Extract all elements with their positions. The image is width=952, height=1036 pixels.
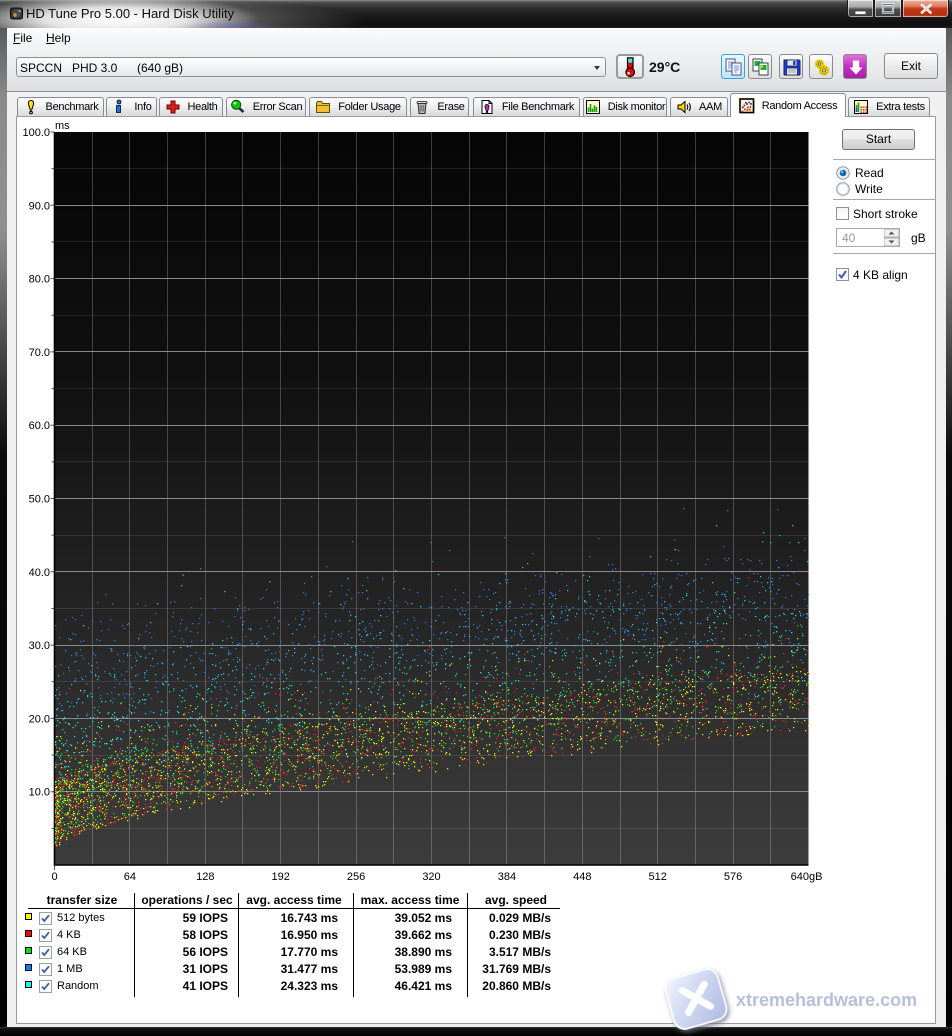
svg-text:320: 320 (422, 871, 440, 883)
svg-text:0: 0 (51, 871, 57, 883)
svg-text:10.0: 10.0 (29, 787, 50, 799)
svg-text:192: 192 (272, 871, 290, 883)
svg-text:40.0: 40.0 (29, 567, 50, 579)
svg-text:448: 448 (573, 871, 591, 883)
svg-text:ms: ms (55, 120, 70, 132)
svg-text:256: 256 (347, 871, 365, 883)
svg-text:100.0: 100.0 (22, 127, 50, 139)
svg-text:50.0: 50.0 (29, 494, 50, 506)
svg-text:640gB: 640gB (791, 871, 823, 883)
svg-text:384: 384 (498, 871, 516, 883)
svg-text:64: 64 (124, 871, 136, 883)
svg-text:60.0: 60.0 (29, 420, 50, 432)
svg-text:512: 512 (649, 871, 667, 883)
svg-text:80.0: 80.0 (29, 274, 50, 286)
svg-text:576: 576 (724, 871, 742, 883)
svg-text:30.0: 30.0 (29, 640, 50, 652)
svg-text:90.0: 90.0 (29, 200, 50, 212)
svg-text:128: 128 (196, 871, 214, 883)
svg-text:20.0: 20.0 (29, 713, 50, 725)
svg-text:70.0: 70.0 (29, 347, 50, 359)
